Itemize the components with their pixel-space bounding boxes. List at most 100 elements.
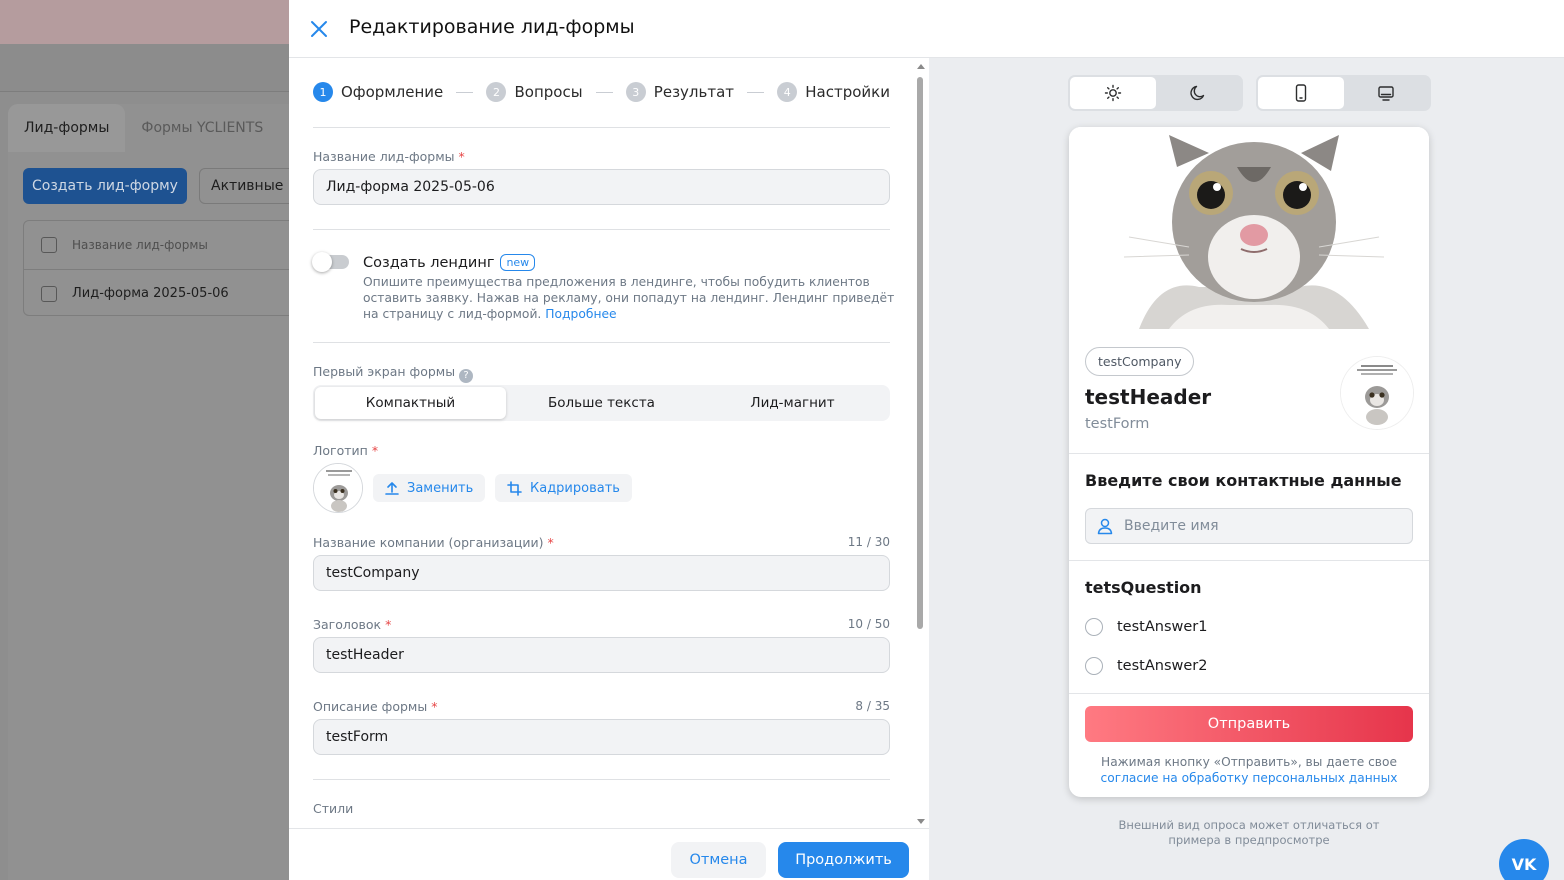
more-link[interactable]: Подробнее: [545, 307, 616, 321]
first-screen-label-text: Первый экран формы: [313, 364, 456, 379]
preview-header: testHeader: [1085, 385, 1212, 409]
company-label-text: Название компании (организации): [313, 535, 544, 550]
divider: [313, 342, 890, 343]
scroll-thumb[interactable]: [917, 77, 923, 629]
submit-button[interactable]: Отправить: [1085, 706, 1413, 742]
step-number: 4: [777, 82, 798, 102]
bg-table-header: Название лид-формы: [24, 221, 289, 269]
background-subbar: [0, 44, 289, 92]
theme-switch: [1068, 75, 1243, 111]
bg-active-filter-button[interactable]: Активные: [199, 168, 289, 204]
form-name-label: Название лид-формы *: [313, 149, 465, 164]
answer-option[interactable]: testAnswer1: [1085, 618, 1207, 636]
step-number: 2: [486, 82, 507, 102]
user-icon: [1097, 518, 1113, 535]
divider: [1069, 560, 1429, 561]
contacts-title: Введите свои контактные данные: [1085, 471, 1402, 490]
header-label-text: Заголовок: [313, 617, 382, 632]
editor-scrollbar[interactable]: [915, 62, 927, 826]
editor-panel: 1 Оформление 2 Вопросы 3 Результат 4 Нас…: [289, 58, 929, 828]
help-icon[interactable]: ?: [459, 368, 474, 383]
radio-button[interactable]: [1085, 657, 1103, 675]
required-mark: *: [371, 443, 379, 458]
first-screen-selector: Компактный Больше текста Лид-магнит: [313, 385, 890, 421]
step-questions[interactable]: 2 Вопросы: [486, 82, 583, 102]
company-input[interactable]: testCompany: [313, 555, 890, 591]
step-label: Вопросы: [514, 83, 583, 101]
replace-logo-label: Заменить: [407, 480, 474, 496]
vk-logo-button[interactable]: VK: [1499, 839, 1549, 880]
description-input[interactable]: testForm: [313, 719, 890, 755]
phone-icon: [1295, 84, 1306, 102]
crop-icon: [507, 480, 522, 496]
divider: [313, 127, 890, 128]
bg-tab-yclients-forms[interactable]: Формы YCLIENTS: [125, 104, 279, 152]
bg-tab-lead-forms[interactable]: Лид-формы: [8, 104, 126, 152]
option-lead-magnet[interactable]: Лид-магнит: [697, 387, 888, 419]
header-input[interactable]: testHeader: [313, 637, 890, 673]
landing-toggle[interactable]: [312, 252, 349, 272]
answer-option[interactable]: testAnswer2: [1085, 657, 1207, 675]
form-name-label-text: Название лид-формы: [313, 149, 455, 164]
styles-label: Стили: [313, 801, 354, 816]
crop-logo-button[interactable]: Кадрировать: [495, 474, 632, 502]
name-input[interactable]: Введите имя: [1085, 508, 1413, 544]
preview-panel: testCompany testHeader testForm Введите …: [929, 58, 1564, 880]
dark-theme-button[interactable]: [1156, 77, 1242, 109]
logo-thumbnail[interactable]: [313, 463, 363, 513]
radio-button[interactable]: [1085, 618, 1103, 636]
logo-label: Логотип *: [313, 443, 378, 458]
step-number: 1: [313, 82, 333, 102]
option-more-text[interactable]: Больше текста: [506, 387, 697, 419]
bg-create-lead-form-button[interactable]: Создать лид-форму: [23, 168, 187, 204]
continue-button[interactable]: Продолжить: [778, 842, 909, 878]
step-design[interactable]: 1 Оформление: [313, 82, 443, 102]
bg-row-checkbox[interactable]: [41, 285, 57, 302]
step-label: Оформление: [341, 83, 444, 101]
drawer-footer: Отмена Продолжить: [289, 828, 929, 880]
form-name-input[interactable]: Лид-форма 2025-05-06: [313, 169, 890, 205]
step-settings[interactable]: 4 Настройки: [777, 82, 890, 102]
replace-logo-button[interactable]: Заменить: [373, 474, 486, 502]
preview-logo: [1341, 357, 1413, 429]
cancel-button[interactable]: Отмена: [671, 842, 766, 878]
description-counter: 8 / 35: [855, 699, 890, 713]
option-compact[interactable]: Компактный: [315, 387, 506, 419]
bg-select-all-checkbox[interactable]: [41, 237, 57, 253]
header-label: Заголовок *: [313, 617, 391, 632]
answer-label: testAnswer1: [1117, 619, 1208, 635]
scroll-up-arrow[interactable]: [917, 64, 925, 69]
crop-logo-label: Кадрировать: [530, 480, 620, 496]
upload-icon: [385, 482, 399, 495]
close-icon[interactable]: [309, 19, 329, 39]
desktop-view-button[interactable]: [1344, 77, 1430, 109]
consent-text: Нажимая кнопку «Отправить», вы даете сво…: [1069, 754, 1429, 786]
step-result[interactable]: 3 Результат: [625, 82, 735, 102]
bg-row-name: Лид-форма 2025-05-06: [72, 286, 229, 301]
stepper: 1 Оформление 2 Вопросы 3 Результат 4 Нас…: [313, 80, 890, 104]
sun-icon: [1104, 84, 1121, 102]
bg-table-row[interactable]: Лид-форма 2025-05-06: [24, 269, 289, 317]
drawer-header: Редактирование лид-формы: [289, 0, 1564, 58]
preview-note: Внешний вид опроса может отличаться от п…: [1118, 818, 1380, 847]
form-preview-card: testCompany testHeader testForm Введите …: [1069, 127, 1429, 797]
moon-icon: [1190, 85, 1205, 101]
consent-link[interactable]: согласие на обработку персональных данны…: [1069, 770, 1429, 786]
divider: [313, 229, 890, 230]
bg-column-name: Название лид-формы: [72, 238, 208, 252]
light-theme-button[interactable]: [1070, 77, 1156, 109]
step-label: Результат: [653, 83, 735, 101]
bg-forms-table: Название лид-формы Лид-форма 2025-05-06: [23, 220, 289, 316]
scroll-down-arrow[interactable]: [917, 819, 925, 824]
required-mark: *: [458, 149, 465, 164]
required-mark: *: [431, 699, 438, 714]
landing-description: Опишите преимущества предложения в ленди…: [363, 274, 898, 322]
background-topbar: [0, 0, 289, 44]
description-label: Описание формы *: [313, 699, 437, 714]
step-connector: [747, 91, 765, 93]
toggle-knob: [312, 252, 332, 272]
preview-description: testForm: [1085, 416, 1150, 432]
required-mark: *: [547, 535, 554, 550]
mobile-view-button[interactable]: [1258, 77, 1344, 109]
landing-title: Создать лендинг new: [363, 254, 536, 271]
